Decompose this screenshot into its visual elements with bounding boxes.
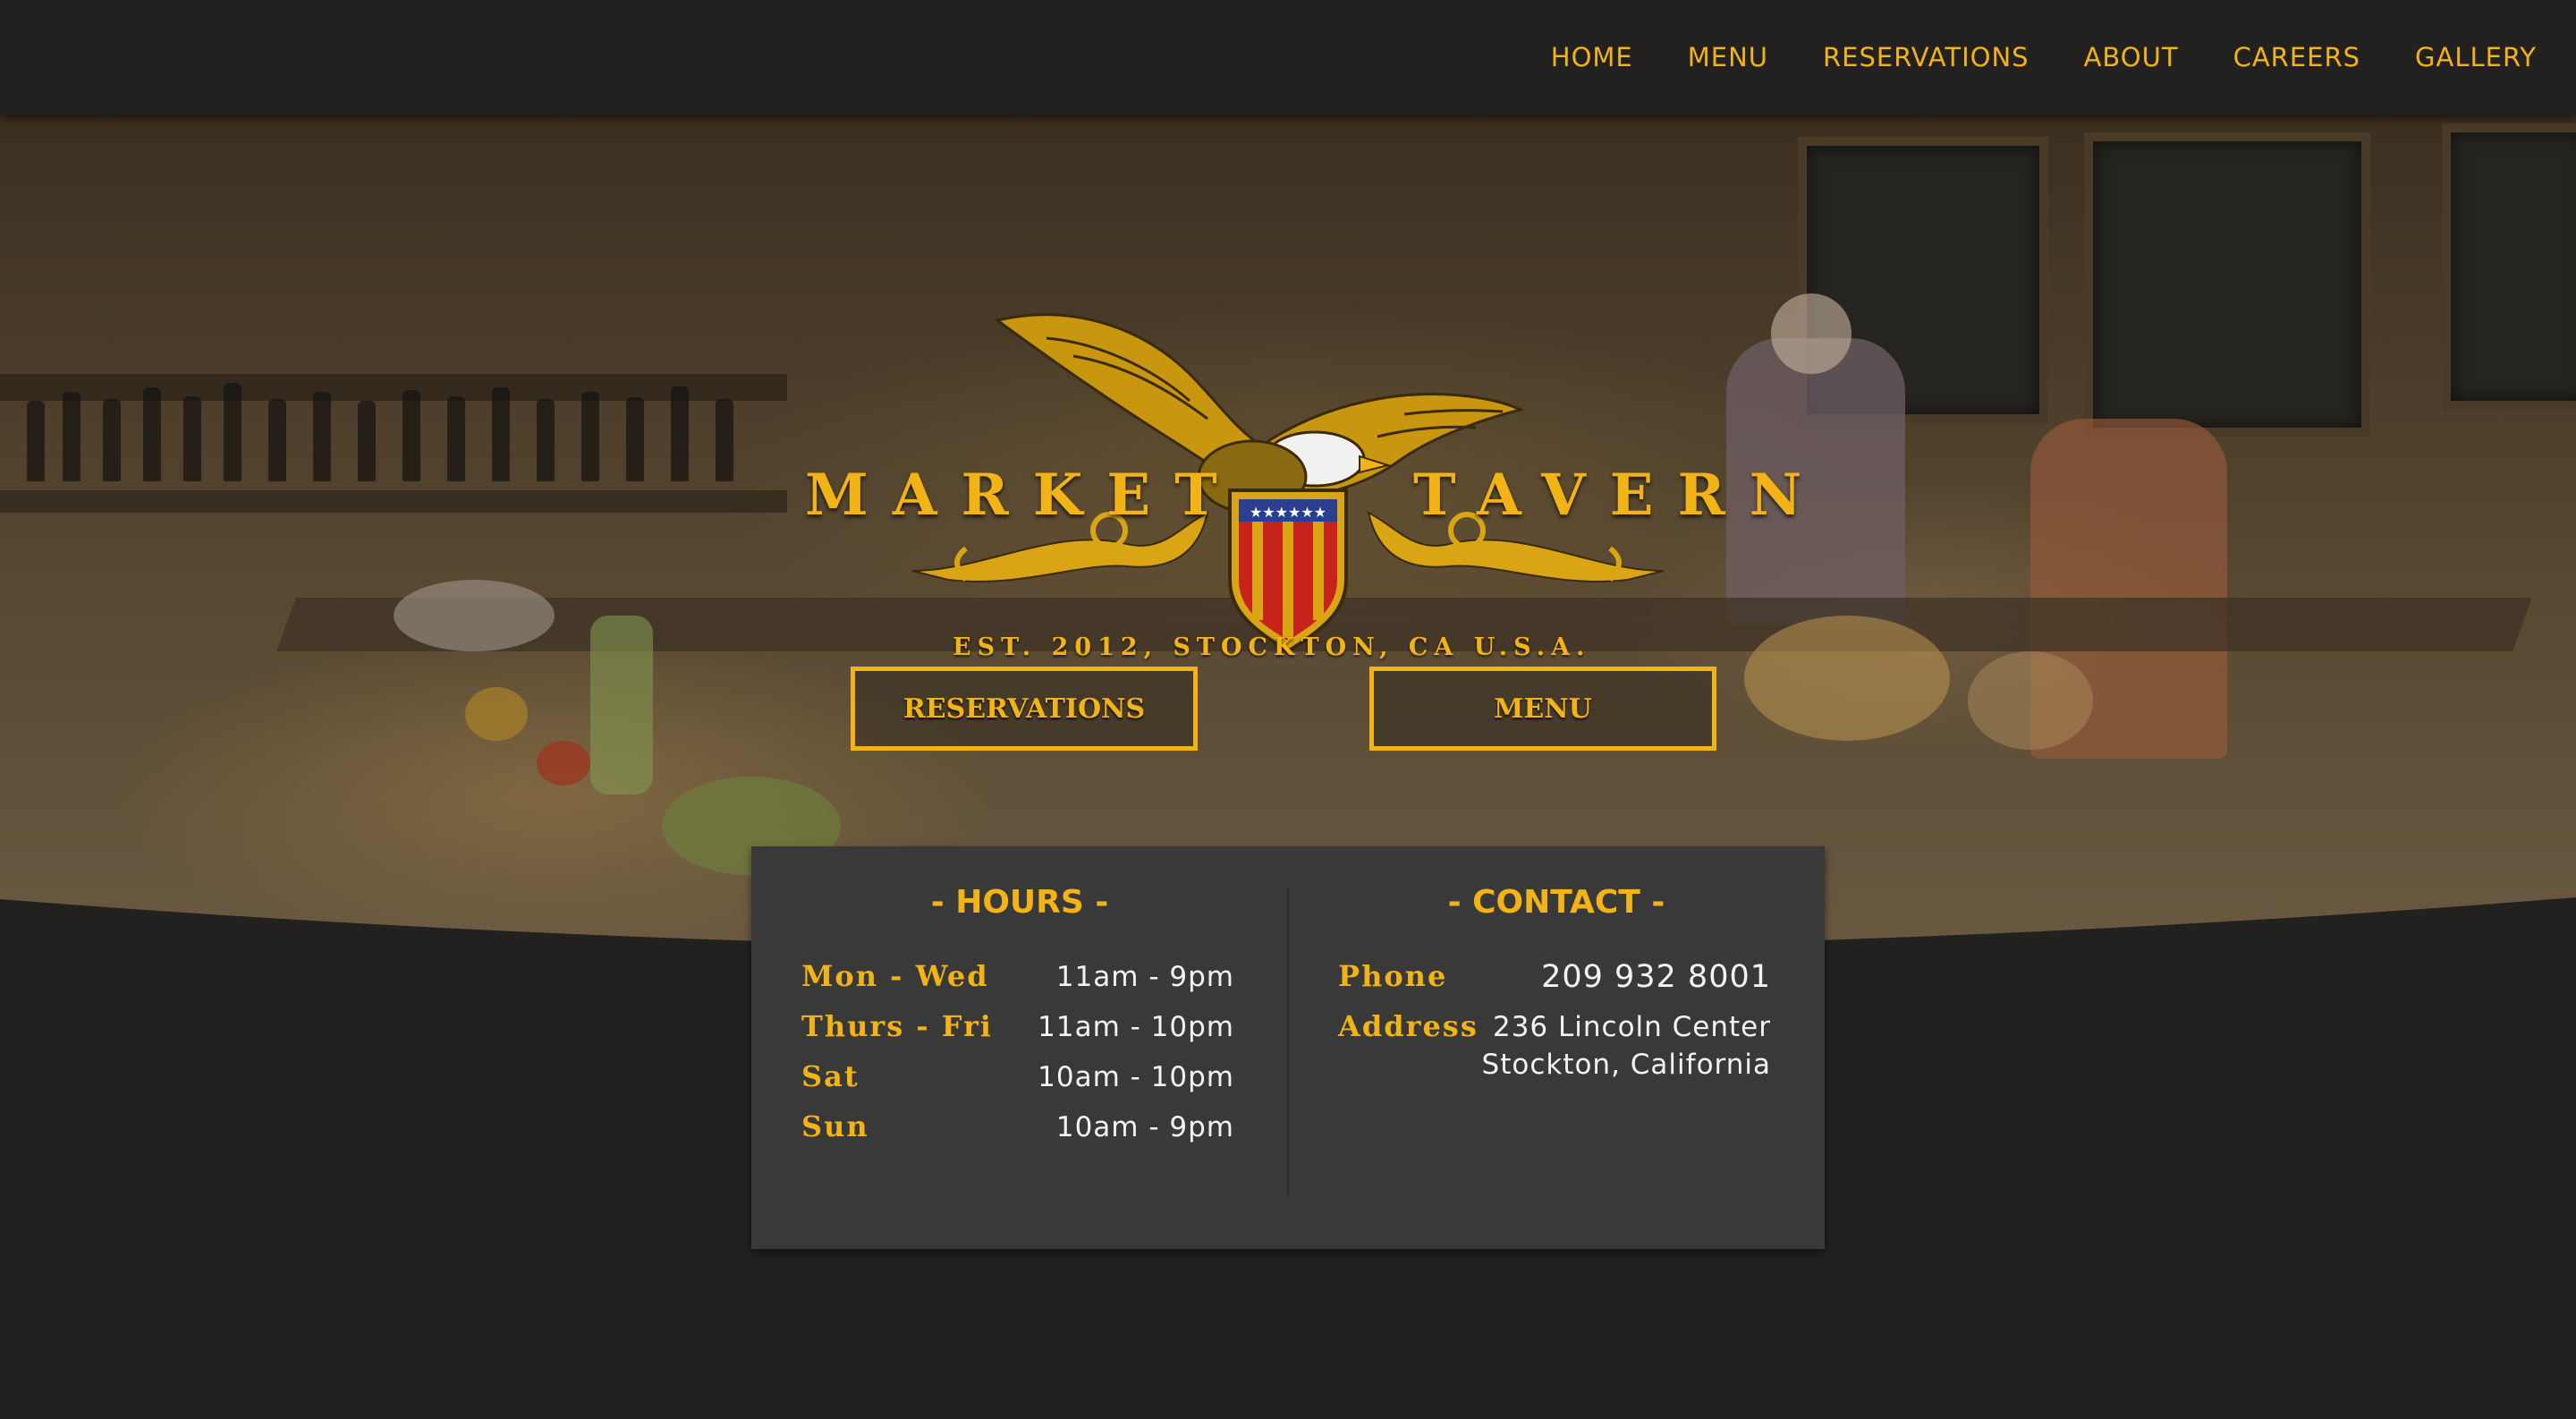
- hero-section: ★★★★★★ MARKET TAVERN EST. 2012, STOCKTON…: [0, 115, 2576, 964]
- hours-title: - HOURS -: [930, 884, 1109, 921]
- hours-day-label: Mon - Wed: [801, 959, 989, 993]
- hours-time-value: 11am - 10pm: [1038, 1011, 1234, 1043]
- logo-word-tavern: TAVERN: [1413, 462, 1826, 529]
- hours-contact-panel: - HOURS - - CONTACT - Mon - Wed 11am - 9…: [751, 846, 1825, 1249]
- nav-about-link[interactable]: ABOUT: [2084, 42, 2179, 72]
- main-nav: HOME MENU RESERVATIONS ABOUT CAREERS GAL…: [1496, 0, 2537, 115]
- menu-button[interactable]: MENU: [1369, 667, 1716, 751]
- phone-number[interactable]: 209 932 8001: [1541, 959, 1771, 995]
- address-line-2: Stockton, California: [1481, 1049, 1771, 1081]
- nav-careers-link[interactable]: CAREERS: [2233, 42, 2360, 72]
- hours-time-value: 10am - 10pm: [1038, 1061, 1234, 1093]
- hours-day-label: Sat: [801, 1059, 860, 1093]
- nav-gallery-link[interactable]: GALLERY: [2415, 42, 2537, 72]
- address-label: Address: [1338, 1009, 1479, 1043]
- svg-text:★★★★★★: ★★★★★★: [1250, 504, 1326, 521]
- logo-word-market: MARKET: [805, 462, 1241, 529]
- nav-reservations-link[interactable]: RESERVATIONS: [1823, 42, 2029, 72]
- hours-day-label: Thurs - Fri: [801, 1009, 993, 1043]
- contact-title: - CONTACT -: [1447, 884, 1665, 921]
- reservations-button[interactable]: RESERVATIONS: [851, 667, 1198, 751]
- panel-divider: [1287, 887, 1289, 1195]
- hours-time-value: 11am - 9pm: [1055, 961, 1234, 993]
- top-navigation-bar: HOME MENU RESERVATIONS ABOUT CAREERS GAL…: [0, 0, 2576, 115]
- hours-day-label: Sun: [801, 1109, 869, 1143]
- logo-tagline: EST. 2012, STOCKTON, CA U.S.A.: [953, 633, 1591, 661]
- nav-menu-link[interactable]: MENU: [1688, 42, 1768, 72]
- nav-home-link[interactable]: HOME: [1551, 42, 1633, 72]
- market-tavern-logo: ★★★★★★ MARKET TAVERN EST. 2012, STOCKTON…: [787, 302, 1801, 678]
- address-line-1: 236 Lincoln Center: [1492, 1011, 1771, 1043]
- phone-label: Phone: [1338, 959, 1448, 993]
- hours-time-value: 10am - 9pm: [1055, 1111, 1234, 1143]
